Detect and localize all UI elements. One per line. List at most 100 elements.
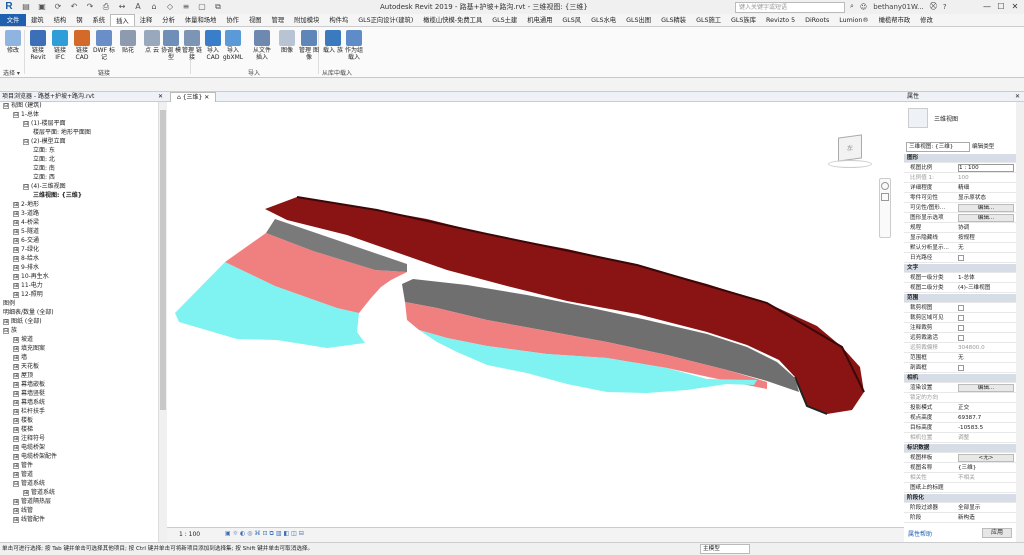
expand-icon[interactable]: ⊞ <box>13 372 19 379</box>
steering-wheel-icon[interactable] <box>881 182 889 190</box>
tab-24[interactable]: Revizto 5 <box>761 14 800 26</box>
expand-icon[interactable]: ⊞ <box>13 444 19 451</box>
tree-item[interactable]: ⊞ 线管配件 <box>13 516 45 524</box>
insert-from-file-button[interactable]: 从文件 插入 <box>251 30 273 61</box>
expand-icon[interactable]: ⊞ <box>13 345 19 352</box>
cart-icon[interactable]: ⛒ <box>930 2 937 11</box>
tab-1[interactable]: 建筑 <box>26 14 49 26</box>
tab-6[interactable]: 注释 <box>135 14 158 26</box>
property-section[interactable]: 相机 <box>904 374 1016 383</box>
tab-5[interactable]: 插入 <box>110 14 135 26</box>
thin-lines-icon[interactable]: ≡ <box>181 2 191 12</box>
expand-icon[interactable]: ⊞ <box>13 408 19 415</box>
expand-icon[interactable]: ⊞ <box>13 363 19 370</box>
tab-4[interactable]: 系统 <box>87 14 110 26</box>
model-canvas[interactable] <box>167 102 904 527</box>
expand-icon[interactable]: ⊞ <box>13 453 19 460</box>
tree-item[interactable]: ⊞ 天花板 <box>13 363 39 371</box>
expand-icon[interactable]: ⊞ <box>13 354 19 361</box>
tree-item[interactable]: ⊟ (1)-楼层平面 <box>23 120 66 128</box>
apply-button[interactable]: 应用 <box>982 528 1012 538</box>
active-model-dropdown[interactable]: 主模型 <box>700 544 750 554</box>
tree-item[interactable]: ⊟ 管道系统 <box>13 480 45 488</box>
tree-item[interactable]: ⊞ 9-排水 <box>13 264 39 272</box>
tab-12[interactable]: 附加模块 <box>289 14 324 26</box>
tree-item[interactable]: ⊞ 7-绿化 <box>13 246 39 254</box>
view-type-selector[interactable]: 三维视图: {三维} <box>906 142 970 152</box>
expand-icon[interactable]: ⊞ <box>13 255 19 262</box>
tree-item[interactable]: 立面: 西 <box>33 174 55 182</box>
tree-item[interactable]: ⊞ 10-再生水 <box>13 273 49 281</box>
expand-icon[interactable]: ⊞ <box>13 426 19 433</box>
undo-icon[interactable]: ↶ <box>69 2 79 12</box>
tree-item[interactable]: ⊞ 6-交通 <box>13 237 39 245</box>
search-icon[interactable]: ⌕ <box>850 2 854 11</box>
help-icon[interactable]: ? <box>943 3 947 11</box>
tree-item[interactable]: ⊞ 填充图案 <box>13 345 45 353</box>
view-cube-compass[interactable] <box>828 160 872 168</box>
tab-7[interactable]: 分析 <box>157 14 180 26</box>
tab-27[interactable]: 橄榄帮市政 <box>874 14 915 26</box>
tree-item[interactable]: ⊞ 幕墙系统 <box>13 399 45 407</box>
tree-item[interactable]: ⊞ 注释符号 <box>13 435 45 443</box>
property-section[interactable]: 文字 <box>904 264 1016 273</box>
tree-item[interactable]: ⊞ 屋顶 <box>13 372 33 380</box>
expand-icon[interactable]: ⊞ <box>13 516 19 523</box>
expand-icon[interactable]: ⊞ <box>23 489 29 496</box>
tree-item[interactable]: ⊟ 1-总体 <box>13 111 39 119</box>
property-section[interactable]: 图形 <box>904 154 1016 163</box>
measure-icon[interactable]: ↔ <box>117 2 127 12</box>
tree-item[interactable]: ⊞ 管道系统 <box>23 489 55 497</box>
dwf-markup-button[interactable]: DWF 标记 <box>93 30 115 61</box>
tree-item[interactable]: 图例 <box>3 300 15 308</box>
tree-item[interactable]: ⊞ 幕墙嵌板 <box>13 381 45 389</box>
import-gbxml-button[interactable]: 导入 gbXML <box>222 30 244 61</box>
manage-images-button[interactable]: 管理 图像 <box>298 30 320 61</box>
close-icon[interactable]: ✕ <box>1015 92 1020 102</box>
collapse-icon[interactable]: ⊟ <box>13 111 19 118</box>
tab-3[interactable]: 钢 <box>71 14 87 26</box>
property-checkbox[interactable] <box>958 315 964 321</box>
tab-14[interactable]: GLS正向设计(建筑) <box>353 14 418 26</box>
tab-0[interactable]: 文件 <box>0 14 26 26</box>
expand-icon[interactable]: ⊞ <box>13 291 19 298</box>
expand-icon[interactable]: ⊞ <box>13 210 19 217</box>
property-checkbox[interactable] <box>958 365 964 371</box>
property-section[interactable]: 范围 <box>904 294 1016 303</box>
expand-icon[interactable]: ⊞ <box>13 246 19 253</box>
tab-10[interactable]: 视图 <box>244 14 267 26</box>
link-ifc-button[interactable]: 链接 IFC <box>49 30 71 61</box>
expand-icon[interactable]: ⊞ <box>13 201 19 208</box>
tab-11[interactable]: 管理 <box>267 14 290 26</box>
property-checkbox[interactable] <box>958 325 964 331</box>
expand-icon[interactable]: ⊞ <box>13 417 19 424</box>
decal-button[interactable]: 贴花 <box>117 30 139 54</box>
tree-item[interactable]: 楼层平面: 地形平面图 <box>33 129 91 137</box>
tree-item[interactable]: ⊟ 族 <box>3 327 17 335</box>
image-button[interactable]: 图像 <box>276 30 298 54</box>
view-control-icons[interactable]: ▣☼◐◎⌘⊡⧉▥◧◫⊟ <box>225 530 306 538</box>
user-name[interactable]: bethany01W... <box>873 3 924 11</box>
collapse-icon[interactable]: ⊟ <box>3 327 9 334</box>
text-icon[interactable]: A <box>133 2 143 12</box>
property-edit-button[interactable]: 编辑... <box>958 384 1014 392</box>
tab-2[interactable]: 结构 <box>49 14 72 26</box>
property-section[interactable]: 阶段化 <box>904 494 1016 503</box>
close-icon[interactable]: ✕ <box>158 92 163 102</box>
close-hidden-icon[interactable]: ▢ <box>197 2 207 12</box>
tree-item[interactable]: ⊞ 线管 <box>13 507 33 515</box>
navigation-bar[interactable] <box>879 178 891 238</box>
tab-18[interactable]: GLS风 <box>557 14 586 26</box>
tree-item[interactable]: ⊞ 图纸 (全部) <box>3 318 42 326</box>
tree-item[interactable]: 三维视图: {三维} <box>33 192 82 200</box>
view-cube[interactable]: 左 <box>828 128 872 172</box>
tab-28[interactable]: 修改 <box>915 14 938 26</box>
tree-item[interactable]: 明细表/数量 (全部) <box>3 309 54 317</box>
tree-item[interactable]: ⊞ 8-给水 <box>13 255 39 263</box>
view-scale[interactable]: 1 : 100 <box>179 531 200 538</box>
tab-17[interactable]: 机电通用 <box>522 14 557 26</box>
expand-icon[interactable]: ⊞ <box>13 507 19 514</box>
expand-icon[interactable]: ⊞ <box>13 498 19 505</box>
property-section[interactable]: 标识数据 <box>904 444 1016 453</box>
print-icon[interactable]: ⎙ <box>101 2 111 12</box>
